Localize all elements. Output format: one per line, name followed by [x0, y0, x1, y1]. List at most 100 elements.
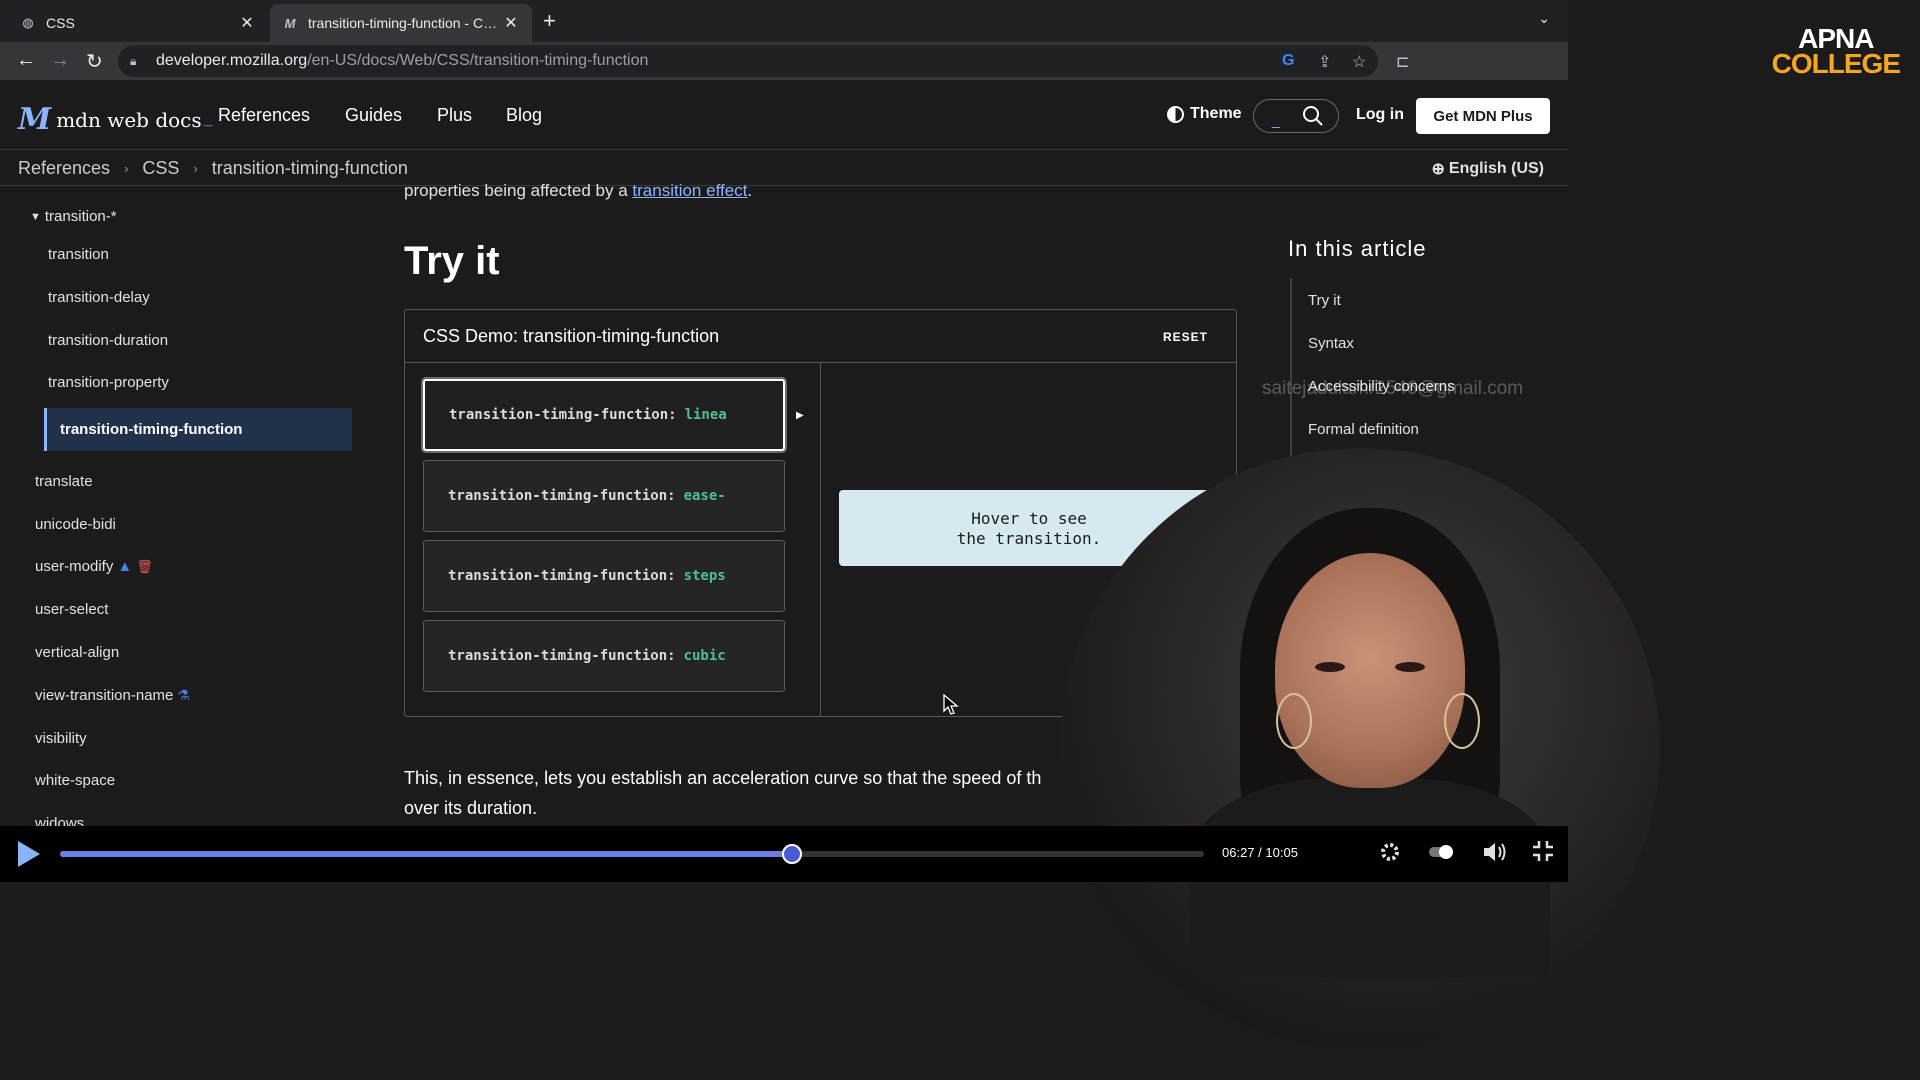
reset-button[interactable]: RESET: [1163, 330, 1208, 344]
address-bar[interactable]: 🔒︎ developer.mozilla.org/en-US/docs/Web/…: [118, 45, 1378, 77]
url-path: /en-US/docs/Web/CSS/transition-timing-fu…: [307, 52, 649, 69]
search-icon: [1303, 106, 1323, 126]
sidebar-item-user-select[interactable]: user-select: [35, 601, 108, 618]
autoplay-toggle-icon[interactable]: [1428, 844, 1456, 860]
toc-title: In this article: [1288, 236, 1427, 261]
sidebar-item-view-transition-name[interactable]: view-transition-name ⚗: [35, 687, 190, 704]
try-it-heading: Try it: [404, 239, 500, 283]
sidebar-item-transition[interactable]: transition: [48, 246, 109, 263]
mdn-logo-underscore: _: [203, 110, 213, 128]
breadcrumb-references[interactable]: References: [18, 158, 110, 179]
login-link[interactable]: Log in: [1356, 106, 1404, 124]
play-icon[interactable]: [18, 841, 40, 867]
sidebar-item-translate[interactable]: translate: [35, 473, 93, 490]
sidebar-group-transition[interactable]: ▼ transition-*: [30, 208, 117, 225]
nav-plus[interactable]: Plus: [437, 105, 472, 126]
logo-line-2: COLLEGE: [1771, 48, 1901, 79]
chevron-right-icon: ›: [124, 161, 129, 176]
mdn-header: M mdn web docs _ References Guides Plus …: [0, 80, 1568, 150]
selected-arrow-icon: ▶: [796, 410, 804, 421]
apna-college-logo: APNA COLLEGE: [1771, 25, 1901, 79]
choice-property: transition-timing-function:: [448, 488, 676, 504]
sidebar-group-label: transition-*: [44, 208, 117, 225]
breadcrumb-css[interactable]: CSS: [142, 158, 179, 179]
close-tab-icon[interactable]: ✕: [238, 13, 256, 33]
choice-value: linea: [684, 407, 727, 423]
extension-icon[interactable]: ⊏: [1396, 52, 1409, 72]
forward-arrow-icon[interactable]: →: [50, 49, 70, 72]
progress-fill: [60, 851, 793, 857]
choice-linear[interactable]: transition-timing-function: linea: [423, 379, 785, 451]
new-tab-button[interactable]: +: [543, 8, 556, 34]
mdn-logo[interactable]: M mdn web docs _: [18, 102, 213, 137]
language-label: English (US): [1448, 160, 1544, 177]
breadcrumb-bar: References › CSS › transition-timing-fun…: [0, 151, 1568, 186]
mdn-m-icon: M: [18, 102, 51, 137]
volume-icon[interactable]: [1482, 840, 1508, 864]
progress-track[interactable]: [60, 844, 1204, 864]
lock-icon: 🔒︎: [130, 53, 137, 68]
theme-contrast-icon: [1167, 105, 1184, 123]
transition-effect-link[interactable]: transition effect: [632, 181, 747, 200]
sidebar-item-transition-duration[interactable]: transition-duration: [48, 332, 168, 349]
close-tab-icon[interactable]: ✕: [502, 13, 520, 33]
choice-ease[interactable]: transition-timing-function: ease-: [423, 460, 785, 532]
presenter-eye-right: [1395, 662, 1425, 672]
sidebar-active-label: transition-timing-function: [60, 421, 243, 438]
sidebar-item-transition-delay[interactable]: transition-delay: [48, 289, 150, 306]
theme-button[interactable]: Theme: [1167, 105, 1242, 123]
choice-property: transition-timing-function:: [449, 407, 677, 423]
choice-cubic-bezier[interactable]: transition-timing-function: cubic: [423, 620, 785, 692]
breadcrumb: References › CSS › transition-timing-fun…: [18, 158, 408, 179]
experimental-flask-icon: ⚗: [177, 687, 190, 703]
get-mdn-plus-button[interactable]: Get MDN Plus: [1416, 98, 1550, 134]
progress-knob[interactable]: [782, 844, 803, 864]
tab-title: CSS: [46, 15, 75, 31]
video-player-bar: 06:27 / 10:05: [0, 826, 1568, 882]
sidebar-item-transition-property[interactable]: transition-property: [48, 374, 169, 391]
mouse-cursor-icon: [943, 694, 959, 715]
search-input[interactable]: _: [1253, 99, 1339, 133]
nav-references[interactable]: References: [218, 105, 310, 126]
tab-search-chevron-icon[interactable]: ⌄: [1538, 10, 1550, 27]
settings-gear-icon[interactable]: [1378, 840, 1402, 864]
demo-title: CSS Demo: transition-timing-function: [423, 326, 720, 346]
browser-tab-css[interactable]: ◍ CSS ✕: [8, 4, 268, 42]
sidebar-item-visibility[interactable]: visibility: [35, 730, 87, 747]
sidebar-item-label: user-modify: [35, 558, 114, 575]
sidebar-item-vertical-align[interactable]: vertical-align: [35, 644, 119, 661]
bookmark-star-icon[interactable]: ☆: [1352, 52, 1366, 72]
presenter-face: [1275, 553, 1465, 788]
sidebar-item-label: view-transition-name: [35, 687, 174, 704]
sidebar: ▼ transition-* transition transition-del…: [0, 187, 370, 827]
chevron-right-icon: ›: [193, 161, 198, 176]
reload-icon[interactable]: ↻: [86, 49, 103, 74]
sidebar-item-user-modify[interactable]: user-modify ▲ 🗑︎: [35, 558, 153, 575]
nav-guides[interactable]: Guides: [345, 105, 402, 126]
globe-icon: ⊕: [1431, 161, 1445, 178]
mdn-favicon-icon: M: [284, 15, 296, 31]
breadcrumb-current[interactable]: transition-timing-function: [212, 158, 408, 179]
back-arrow-icon[interactable]: ←: [16, 49, 36, 72]
intro-text: properties being affected by a: [404, 181, 633, 200]
language-switcher[interactable]: ⊕ English (US): [1431, 159, 1544, 179]
current-time: 06:27: [1222, 845, 1255, 860]
theme-label: Theme: [1190, 105, 1242, 122]
intro-period: .: [747, 181, 753, 200]
choice-steps[interactable]: transition-timing-function: steps: [423, 540, 785, 612]
sidebar-item-transition-timing-function[interactable]: transition-timing-function: [44, 408, 352, 451]
sidebar-item-unicode-bidi[interactable]: unicode-bidi: [35, 516, 116, 533]
toc-item-syntax[interactable]: Syntax: [1308, 335, 1354, 352]
toc-item-try-it[interactable]: Try it: [1308, 292, 1341, 309]
sidebar-item-white-space[interactable]: white-space: [35, 772, 115, 789]
exit-fullscreen-icon[interactable]: [1532, 840, 1554, 862]
browser-tab-mdn[interactable]: M transition-timing-function - CSS: Casc…: [270, 4, 532, 42]
mdn-logo-text: mdn web docs: [56, 107, 202, 132]
share-icon[interactable]: ⇪: [1318, 52, 1331, 72]
toc-item-formal-definition[interactable]: Formal definition: [1308, 421, 1419, 438]
presenter-earring-right: [1444, 693, 1480, 749]
google-icon[interactable]: G: [1282, 52, 1294, 70]
nav-blog[interactable]: Blog: [506, 105, 542, 126]
choice-property: transition-timing-function:: [448, 568, 676, 584]
trash-icon: 🗑︎: [136, 558, 153, 574]
